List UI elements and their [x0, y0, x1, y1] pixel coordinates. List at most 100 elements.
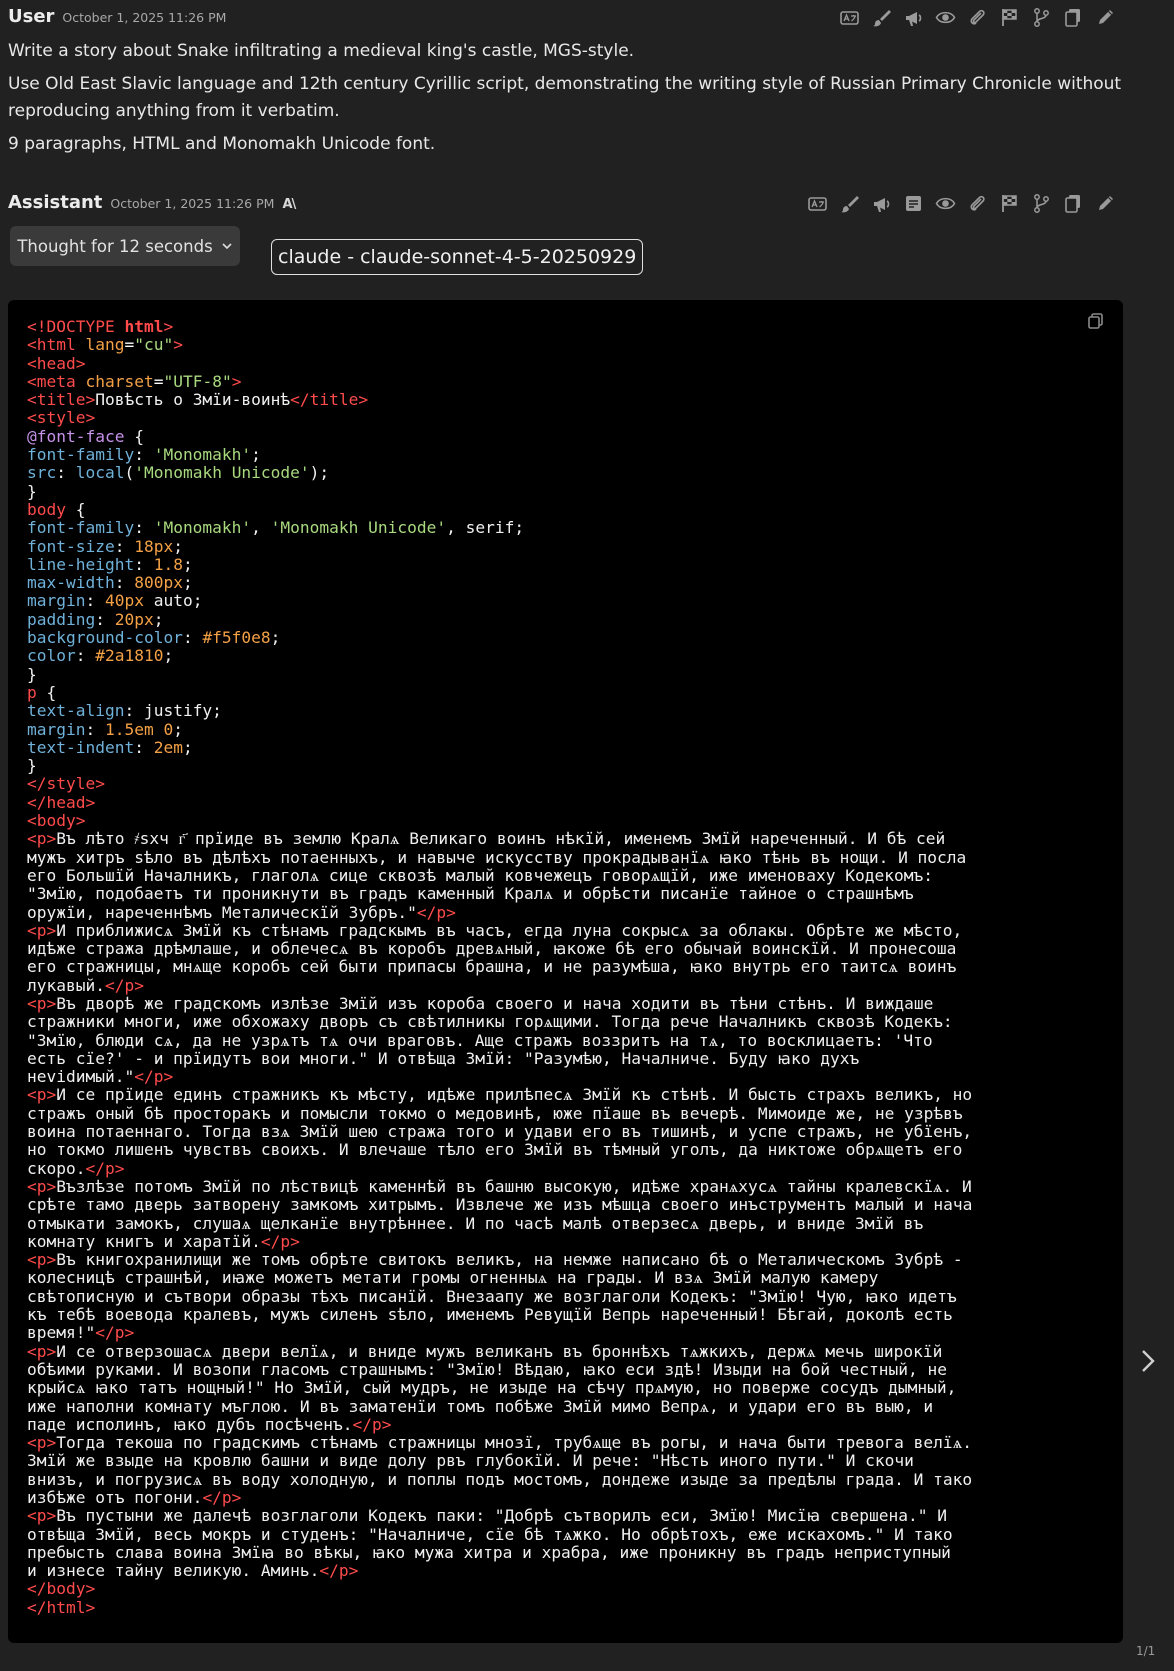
note-icon[interactable]: [903, 193, 924, 214]
brush-icon[interactable]: [839, 193, 860, 214]
code-line: <p>Въ лѣто ҂sхч г҃ прїиде въ землю Кралѧ…: [27, 829, 945, 848]
code-line: <meta charset="UTF-8">: [27, 372, 241, 391]
code-token: : justify;: [124, 701, 222, 721]
code-token: auto;: [143, 591, 203, 611]
code-token: line-height: [27, 554, 135, 574]
thought-label: Thought for 12 seconds: [17, 236, 213, 256]
code-line: колесницѣ страшнѣй, иꙗже можетъ метати г…: [27, 1268, 878, 1287]
code-line: отвѣща Змїй, весь мокръ и студенъ: "Нача…: [27, 1525, 953, 1544]
brush-icon[interactable]: [871, 7, 892, 28]
flag-icon[interactable]: [999, 7, 1020, 28]
code-token: <body>: [27, 811, 86, 831]
code-token: <p>: [27, 1250, 57, 1270]
code-token: <!DOCTYPE: [27, 317, 125, 336]
code-token: <p>: [27, 1085, 57, 1105]
code-token: Въ лѣто ҂sхч г҃ прїиде въ землю Кралѧ Ве…: [56, 829, 946, 849]
code-token: 2em: [153, 737, 183, 757]
code-token: src: [27, 463, 57, 483]
code-token: </body>: [27, 1579, 96, 1599]
code-token: <html: [27, 335, 86, 355]
eye-icon[interactable]: [935, 7, 956, 28]
megaphone-icon[interactable]: [903, 7, 924, 28]
code-line: text-indent: 2em;: [27, 738, 193, 757]
code-token: padding: [27, 609, 96, 629]
code-token: </p>: [134, 1067, 174, 1087]
translate-icon[interactable]: [807, 193, 828, 214]
copy-icon[interactable]: [1087, 312, 1105, 330]
code-token: идѣже стража дрѣмлаше, и облечесѧ въ кор…: [27, 939, 957, 959]
chevron-down-icon: [222, 243, 232, 250]
code-line: внизъ, и погрузисѧ въ воду холодную, и п…: [27, 1470, 972, 1489]
code-line: text-align: justify;: [27, 701, 222, 720]
thought-toggle-button[interactable]: Thought for 12 seconds: [10, 226, 240, 266]
code-token: :: [134, 737, 154, 757]
code-line: max-width: 800px;: [27, 573, 193, 592]
code-token: #2a1810: [95, 646, 164, 666]
code-token: и изнесе тайну великую. Аминь.: [27, 1561, 320, 1581]
code-token: его Большїй Началникъ, глаголѧ сице скво…: [27, 865, 933, 885]
code-token: :: [114, 573, 135, 593]
code-token: margin: [27, 719, 86, 739]
eye-icon[interactable]: [935, 193, 956, 214]
code-token: 20px: [114, 609, 154, 629]
code-token: html: [124, 317, 164, 336]
code-token: 18px: [134, 536, 174, 556]
code-line: <p>Въ дворѣ же градскомъ излѣзе Змїй изъ…: [27, 994, 933, 1013]
branch-icon[interactable]: [1031, 193, 1052, 214]
assistant-timestamp: October 1, 2025 11:26 PM: [110, 196, 275, 211]
code-token: :: [182, 628, 203, 648]
edit-icon[interactable]: [1095, 193, 1116, 214]
code-token: но токмо лишенъ чувствъ своихъ. И влечаш…: [27, 1140, 963, 1160]
code-token: <p>: [27, 1341, 57, 1361]
code-line: line-height: 1.8;: [27, 555, 193, 574]
user-message-header: User October 1, 2025 11:26 PM: [8, 6, 226, 27]
translate-icon[interactable]: [839, 7, 860, 28]
code-line: }: [27, 756, 37, 775]
code-token: 'Monomakh': [153, 518, 252, 538]
code-token: И се отверзошасѧ двери велїѧ, и вниде му…: [56, 1341, 943, 1361]
paperclip-icon[interactable]: [967, 193, 988, 214]
code-token: =: [153, 371, 164, 391]
code-line: font-family: 'Monomakh';: [27, 445, 261, 464]
flag-icon[interactable]: [999, 193, 1020, 214]
code-token: </p>: [260, 1231, 300, 1251]
code-token: :: [134, 554, 154, 574]
code-line: неvidимый."</p>: [27, 1067, 173, 1086]
code-token: ,: [251, 518, 271, 538]
code-line: его стражницы, мнѧще коробъ сей быти при…: [27, 957, 956, 976]
paperclip-icon[interactable]: [967, 7, 988, 28]
copy-icon[interactable]: [1063, 7, 1084, 28]
code-token: color: [27, 646, 76, 666]
edit-icon[interactable]: [1095, 7, 1116, 28]
code-token: ;: [251, 445, 261, 465]
copy-icon[interactable]: [1063, 193, 1084, 214]
code-token: :: [114, 536, 135, 556]
code-token: ;: [182, 554, 193, 574]
code-token: скоро.: [27, 1158, 86, 1178]
code-token: </p>: [202, 1488, 242, 1507]
chevron-right-icon[interactable]: [1135, 1346, 1161, 1376]
code-token: <style>: [27, 408, 96, 428]
user-message-text: Write a story about Snake infiltrating a…: [8, 38, 1148, 164]
code-token: <meta: [27, 371, 86, 391]
code-line: иже наполни комнату мъглою. И въ заматен…: [27, 1397, 933, 1416]
branch-icon[interactable]: [1031, 7, 1052, 28]
code-token: неvidимый.": [27, 1067, 135, 1087]
user-timestamp: October 1, 2025 11:26 PM: [62, 10, 227, 25]
code-line: отмыкати замокъ, слушаѧ щелканїе внутрѣн…: [27, 1214, 923, 1233]
code-token: :: [134, 518, 154, 538]
code-token: <title>: [27, 390, 96, 410]
code-token: >: [173, 335, 183, 355]
code-token: внизъ, и погрузисѧ въ воду холодную, и п…: [27, 1469, 973, 1489]
megaphone-icon[interactable]: [871, 193, 892, 214]
code-token: ;: [182, 573, 193, 593]
code-line: <p>И приближисѧ Змїй къ стѣнамъ градскым…: [27, 921, 962, 940]
code-line: скоро.</p>: [27, 1159, 124, 1178]
user-paragraph: Use Old East Slavic language and 12th ce…: [8, 74, 1122, 121]
code-token: text-indent: [27, 737, 135, 757]
code-token: ;: [153, 609, 164, 629]
code-token: Тогда текоша по градскимъ стѣнамъ стражн…: [56, 1433, 972, 1453]
code-token: обѣими руками. И возопи гласомъ страшным…: [27, 1359, 947, 1379]
assistant-author: Assistant: [8, 192, 103, 213]
code-token: 'Monomakh': [153, 445, 252, 465]
